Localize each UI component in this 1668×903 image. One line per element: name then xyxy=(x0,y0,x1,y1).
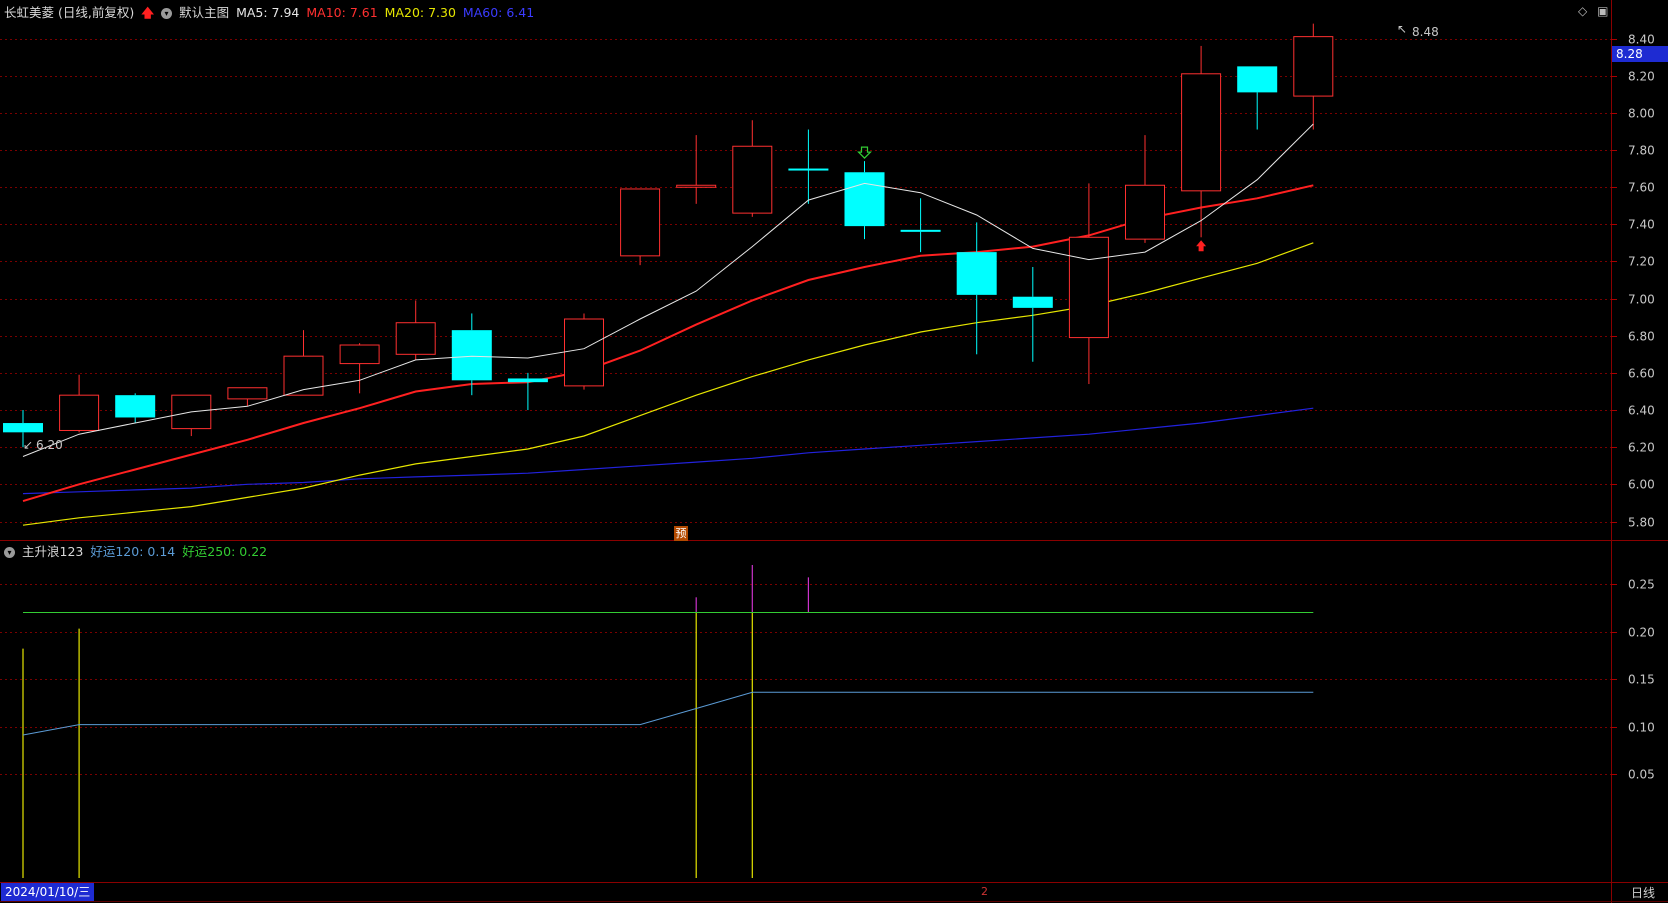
ma5-label: MA5: 7.94 xyxy=(236,5,300,20)
candle-body xyxy=(3,423,43,433)
page-marker: 2 xyxy=(981,885,988,898)
price-tick-label: 6.80 xyxy=(1628,330,1655,344)
price-tick-label: 7.40 xyxy=(1628,218,1655,232)
price-tick-label: 6.00 xyxy=(1628,478,1655,492)
candle-body xyxy=(956,252,997,295)
candle-body xyxy=(732,145,773,214)
cursor-date: 2024/01/10/三 xyxy=(1,883,95,901)
ma20-label: MA20: 7.30 xyxy=(384,5,456,20)
price-tick-label: 6.60 xyxy=(1628,367,1655,381)
current-price-tag: 8.28 xyxy=(1612,46,1668,62)
candle-body xyxy=(1125,184,1165,240)
chart-canvas[interactable]: 8.40 8.20 8.00 7.80 7.60 7.40 7.20 7.00 6.80 6.60… xyxy=(0,0,1668,903)
collapse-icon[interactable]: ▣ xyxy=(1597,4,1608,18)
high-price-label: 8.48 xyxy=(1412,25,1439,39)
price-tick-label: 8.00 xyxy=(1628,107,1655,121)
indicator-tick-label: 0.20 xyxy=(1628,626,1655,640)
candle-body xyxy=(227,387,268,400)
indicator-tick-label: 0.05 xyxy=(1628,768,1655,782)
candle-body xyxy=(59,394,100,431)
candle-body xyxy=(339,344,380,365)
candle-body xyxy=(1181,73,1222,192)
candle-body xyxy=(1293,36,1334,97)
price-tick-label: 7.60 xyxy=(1628,181,1655,195)
window-controls: ◇ ▣ xyxy=(1578,4,1608,18)
ma10-label: MA10: 7.61 xyxy=(306,5,378,20)
main-chart-header: 长虹美菱 (日线,前复权) 🡅 ▾ 默认主图 MA5: 7.94 MA10: 7… xyxy=(4,4,541,22)
candle-body xyxy=(844,172,885,227)
indicator-tick-label: 0.15 xyxy=(1628,673,1655,687)
price-tick-label: 7.20 xyxy=(1628,255,1655,269)
low-price-label: 6.20 xyxy=(36,438,63,452)
price-tick-label: 6.20 xyxy=(1628,441,1655,455)
candle-body xyxy=(620,188,661,257)
candle[interactable] xyxy=(564,313,604,390)
candle-body xyxy=(900,229,941,232)
ma60-label: MA60: 6.41 xyxy=(462,5,535,20)
haoyun120-label: 好运120: 0.14 xyxy=(90,544,176,559)
price-tick-label: 8.20 xyxy=(1628,70,1655,84)
high-price-pointer: ↖ xyxy=(1397,22,1407,36)
price-tick-label: 8.40 xyxy=(1628,33,1655,47)
stock-title[interactable]: 长虹美菱 (日线,前复权) xyxy=(4,4,134,22)
candle-body xyxy=(788,168,829,171)
candle-body xyxy=(451,330,492,381)
candle-body xyxy=(1068,236,1109,339)
chevron-down-icon[interactable]: ▾ xyxy=(4,546,15,558)
haoyun250-label: 好运250: 0.22 xyxy=(182,544,268,559)
candle-body xyxy=(1237,66,1278,93)
price-tick-label: 5.80 xyxy=(1628,516,1655,530)
predict-marker[interactable]: 预 xyxy=(674,526,688,541)
template-name[interactable]: 默认主图 xyxy=(179,4,229,22)
candle[interactable] xyxy=(620,188,661,266)
red-up-arrow-icon: 🡅 xyxy=(141,5,155,20)
low-price-pointer: ↙ xyxy=(23,438,33,452)
price-tick-label: 6.40 xyxy=(1628,404,1655,418)
diamond-icon[interactable]: ◇ xyxy=(1578,4,1587,18)
candle-body xyxy=(676,184,717,188)
candle-body xyxy=(115,395,156,418)
price-tick-label: 7.00 xyxy=(1628,293,1655,307)
candle-body xyxy=(507,378,548,383)
period-label[interactable]: 日线 xyxy=(1631,884,1655,902)
candle-body xyxy=(395,322,436,355)
candle-body xyxy=(1012,296,1053,308)
indicator-tick-label: 0.25 xyxy=(1628,578,1655,592)
candle-body xyxy=(564,318,604,387)
indicator-header: ▾ 主升浪123 好运120: 0.14 好运250: 0.22 xyxy=(4,543,274,561)
price-tick-label: 7.80 xyxy=(1628,144,1655,158)
indicator-name[interactable]: 主升浪123 xyxy=(22,543,83,561)
indicator-tick-label: 0.10 xyxy=(1628,721,1655,735)
chevron-down-icon[interactable]: ▾ xyxy=(161,7,173,19)
